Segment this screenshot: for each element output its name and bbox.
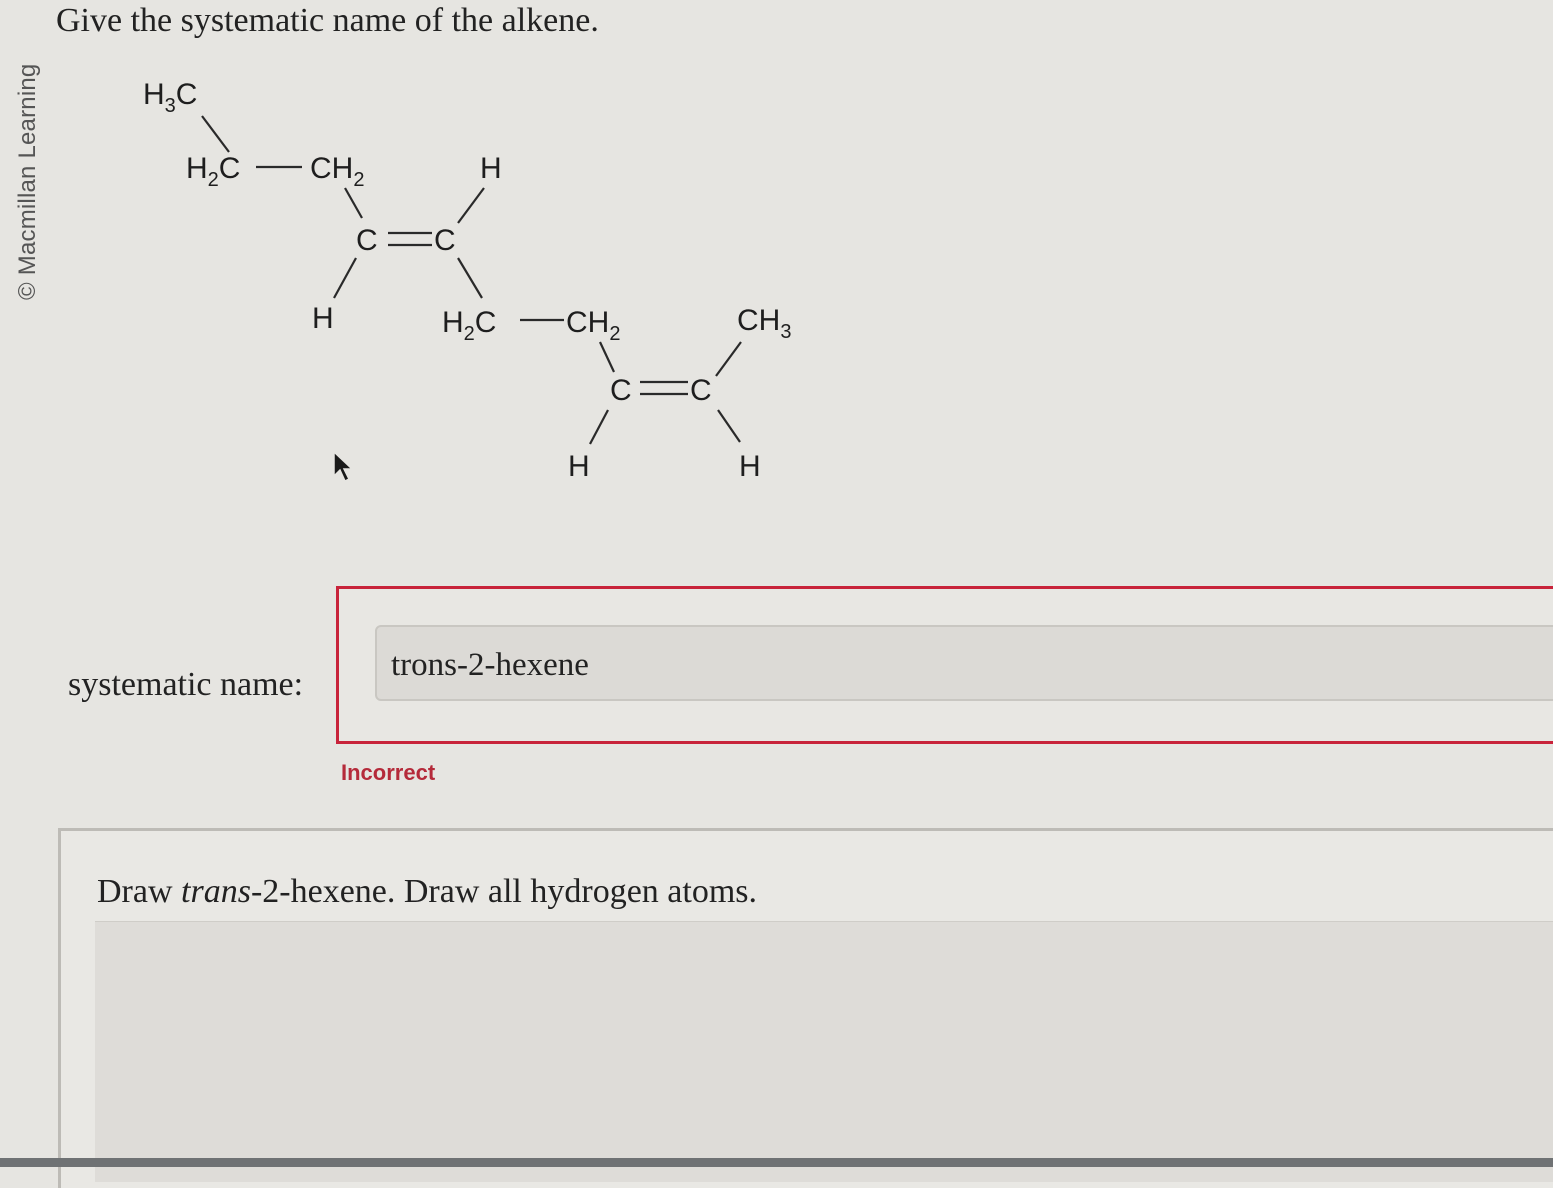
atom-h2c-left: H2C	[186, 152, 240, 191]
status-incorrect: Incorrect	[341, 760, 436, 785]
atom-h-top: H	[480, 152, 502, 185]
atom-c2: C	[434, 224, 456, 257]
mouse-pointer-icon	[333, 450, 354, 483]
atom-c1: C	[356, 224, 378, 257]
drawing-question-panel: Draw trans-2-hexene. Draw all hydrogen a…	[58, 828, 1553, 1188]
prompt-text-italic: trans	[181, 873, 251, 910]
atom-ch3-right: CH3	[737, 304, 791, 343]
atom-h-bottom-left: H	[312, 302, 334, 335]
atom-c4: C	[690, 374, 712, 407]
bond-c3-h	[589, 409, 609, 445]
bond-c4-h	[717, 409, 741, 443]
bottom-bar	[0, 1158, 1553, 1167]
bond-ch3-ch2	[201, 115, 230, 153]
drawing-prompt: Draw trans-2-hexene. Draw all hydrogen a…	[97, 873, 757, 911]
atom-h-bottom-mid: H	[568, 450, 590, 483]
atom-h2c-mid: H2C	[442, 306, 496, 345]
bond-ch2-c1	[344, 187, 363, 219]
prompt-text-start: Draw	[97, 873, 182, 910]
atom-c3: C	[610, 374, 632, 407]
bond-ch2-c3	[599, 341, 615, 373]
atom-h3c-top: H3C	[143, 78, 197, 117]
systematic-name-label: systematic name:	[68, 666, 304, 703]
atom-ch2-mid: CH2	[566, 306, 620, 345]
bond-c2-h	[457, 187, 485, 224]
systematic-name-input[interactable]: trons-2-hexene	[375, 625, 1553, 701]
bond-c4-ch3	[715, 341, 742, 377]
atom-ch2-left: CH2	[310, 152, 364, 191]
prompt-text-end: -2-hexene. Draw all hydrogen atoms.	[250, 873, 758, 910]
bond-c2-ch2	[457, 257, 483, 299]
drawing-canvas[interactable]	[95, 921, 1553, 1182]
alkene-structure: H3C H2C CH2 H C C H H2C CH2 CH3 C C H H	[143, 78, 791, 483]
atom-h-bottom-right: H	[739, 450, 761, 483]
bond-c1-h	[333, 257, 357, 299]
answer-container: trons-2-hexene	[336, 586, 1553, 744]
